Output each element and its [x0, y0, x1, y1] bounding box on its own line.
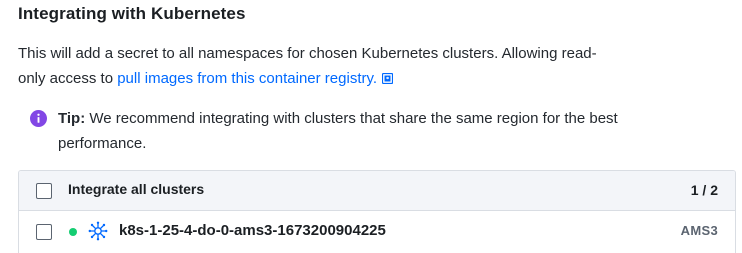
section-title: Integrating with Kubernetes: [18, 4, 246, 23]
tip-callout: Tip: We recommend integrating with clust…: [30, 106, 680, 156]
cluster-region: AMS3: [680, 223, 718, 238]
cluster-name: k8s-1-25-4-do-0-ams3-1673200904225: [119, 222, 386, 239]
integrate-all-checkbox[interactable]: [36, 183, 52, 199]
table-header: Integrate all clusters 1 / 2: [19, 171, 735, 211]
tip-text: We recommend integrating with clusters t…: [58, 110, 618, 152]
info-icon: [30, 110, 47, 127]
selection-count: 1 / 2: [690, 182, 718, 198]
status-dot-active: [69, 228, 77, 236]
integrate-all-label: Integrate all clusters: [68, 181, 205, 197]
cluster-checkbox[interactable]: [36, 224, 52, 240]
pull-images-link[interactable]: pull images from this container registry…: [117, 70, 377, 87]
kubernetes-icon: [88, 221, 108, 241]
table-row[interactable]: k8s-1-25-4-do-0-ams3-1673200904225 AMS3: [19, 211, 735, 252]
description: This will add a secret to all namespaces…: [18, 41, 618, 91]
external-link-icon[interactable]: [382, 73, 394, 84]
tip-label: Tip:: [58, 110, 86, 127]
cluster-table: Integrate all clusters 1 / 2 k8s-1-25-4-…: [18, 170, 736, 253]
